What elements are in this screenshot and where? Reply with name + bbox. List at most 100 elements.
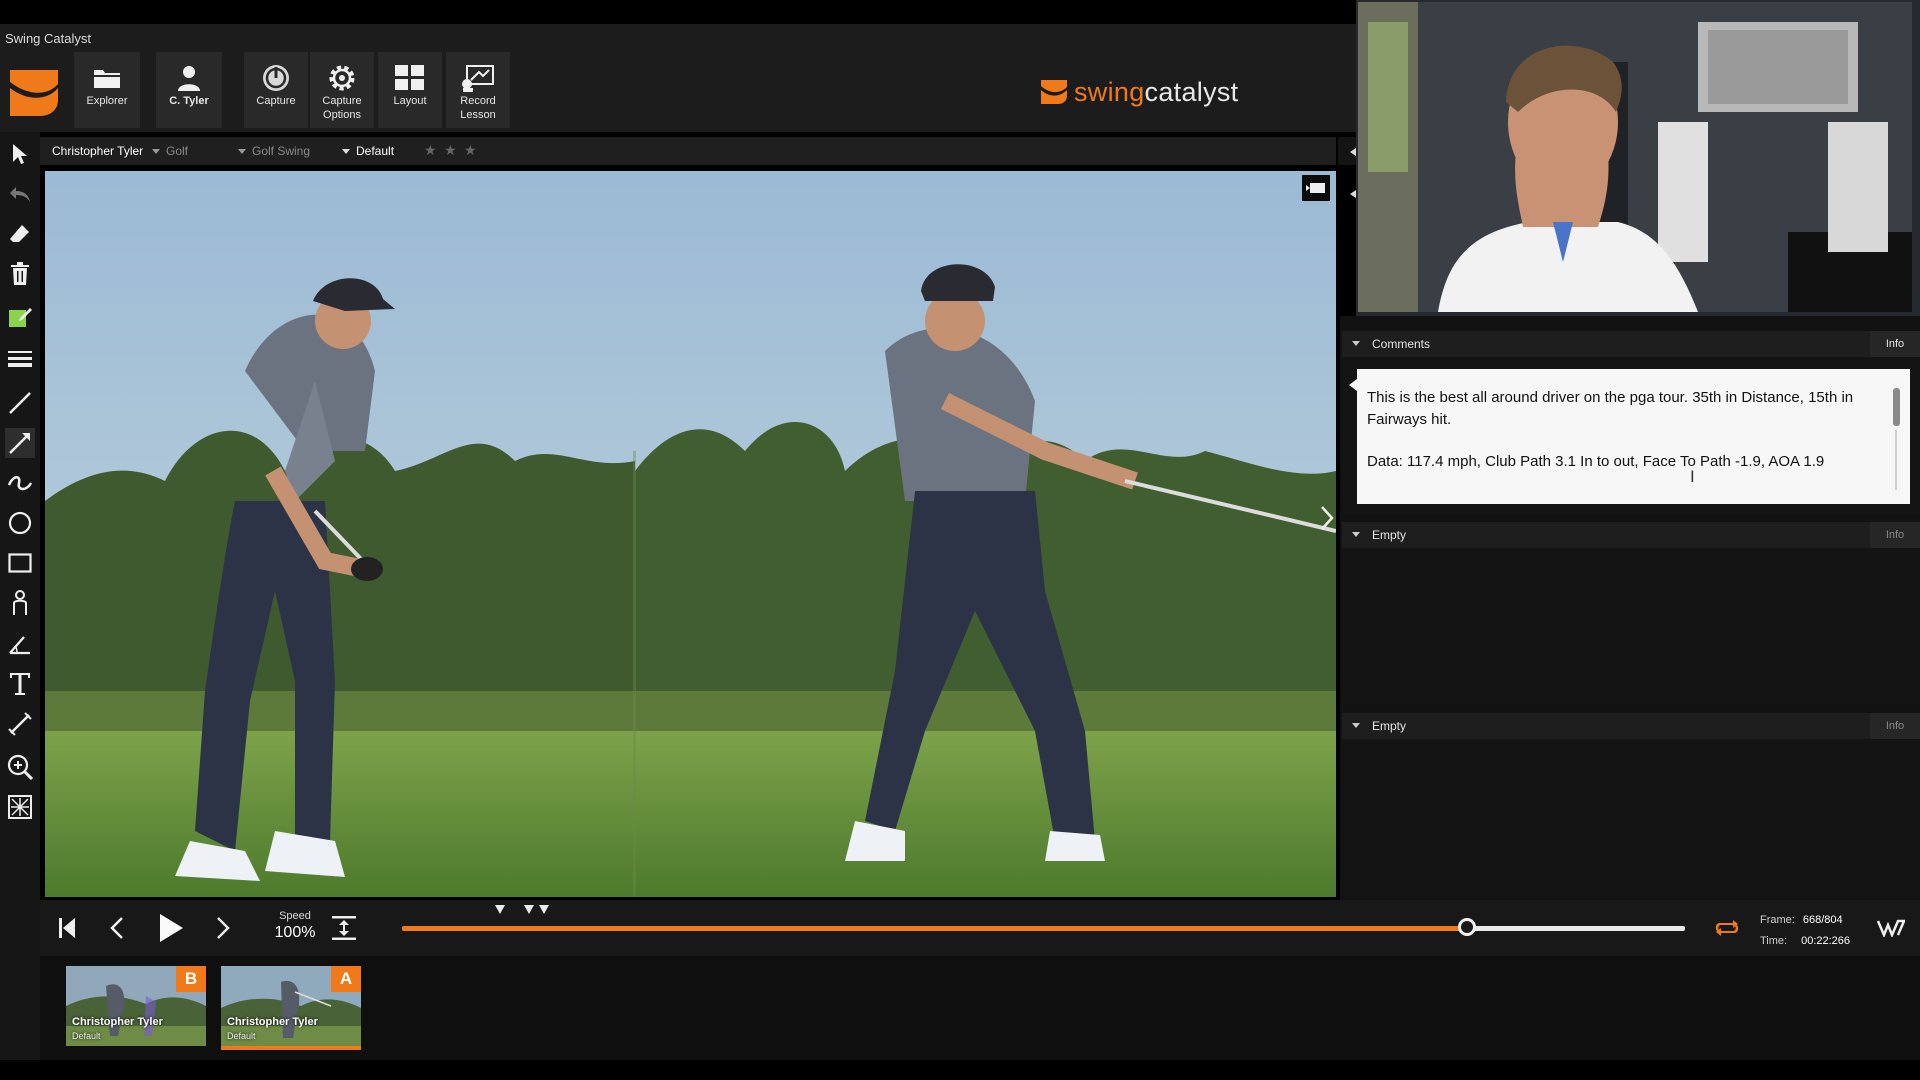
select-pointer-tool[interactable]: [5, 139, 35, 169]
comment-scrollbar-thumb[interactable]: [1893, 388, 1900, 426]
angle-tool[interactable]: [5, 629, 35, 659]
drawing-toolbar: [0, 132, 40, 1060]
clip-letter-b: B: [176, 966, 206, 992]
play-button[interactable]: [156, 908, 186, 948]
loop-icon: [1715, 920, 1739, 936]
clip-view-b: Default: [72, 1031, 101, 1041]
app-logo-button[interactable]: [8, 66, 60, 118]
layout-grid-icon: [395, 64, 425, 92]
body-angle-tool[interactable]: [5, 588, 35, 618]
trash-icon: [11, 262, 29, 285]
undo-tool[interactable]: [5, 179, 35, 209]
rating-star-3[interactable]: ★: [464, 142, 477, 159]
chevron-down-icon: [342, 149, 350, 155]
speed-label: Speed: [279, 910, 311, 922]
comment-textbox[interactable]: This is the best all around driver on th…: [1357, 369, 1910, 504]
angle-icon: [9, 636, 30, 655]
speed-control[interactable]: Speed 100%: [270, 910, 320, 942]
previous-frame-button[interactable]: [104, 908, 130, 948]
arrow-line-tool[interactable]: [5, 428, 35, 458]
waveform-icon: [1877, 919, 1905, 937]
sport-dropdown[interactable]: Golf: [152, 144, 188, 158]
collapse-triangle-icon[interactable]: [1352, 723, 1360, 728]
fit-screen-icon: [8, 795, 32, 819]
user-button[interactable]: C. Tyler: [156, 52, 222, 128]
chevron-right-icon[interactable]: [1320, 505, 1334, 531]
camera-view-toggle[interactable]: [1302, 175, 1330, 201]
capture-button[interactable]: Capture: [244, 52, 308, 128]
clip-thumbnail-a[interactable]: A Christopher Tyler Default: [221, 966, 361, 1046]
player-name[interactable]: Christopher Tyler: [52, 144, 143, 158]
timeline-progress: [402, 926, 1467, 931]
eraser-tool[interactable]: [5, 219, 35, 249]
rating-star-1[interactable]: ★: [424, 142, 437, 159]
comments-panel-header[interactable]: Comments Info: [1342, 331, 1920, 357]
record-lesson-label-2: Lesson: [460, 109, 496, 121]
brand-part-1: swing: [1074, 76, 1145, 107]
record-lesson-button[interactable]: Record Lesson: [446, 52, 510, 128]
record-lesson-label-1: Record: [460, 95, 496, 107]
brand-wordmark: swing catalyst: [1040, 74, 1238, 110]
line-width-tool[interactable]: [5, 344, 35, 374]
timeline-track[interactable]: [402, 926, 1685, 931]
timeline-marker-3[interactable]: [539, 905, 549, 914]
color-picker-tool[interactable]: [5, 302, 35, 332]
panel-collapse-arrows[interactable]: [1348, 140, 1356, 205]
undo-icon: [10, 187, 30, 202]
video-viewer[interactable]: [45, 171, 1336, 897]
timeline-marker-1[interactable]: [495, 905, 505, 914]
category-label: Golf Swing: [252, 144, 311, 158]
freehand-tool[interactable]: [5, 468, 35, 498]
empty-panel-1-header[interactable]: Empty Info: [1342, 522, 1920, 548]
timeline-scrubber-handle[interactable]: [1457, 918, 1476, 936]
skip-to-start-button[interactable]: [54, 908, 80, 948]
play-icon: [160, 914, 183, 942]
comment-line-2: Data: 117.4 mph, Club Path 3.1 In to out…: [1367, 453, 1825, 470]
user-label: C. Tyler: [169, 95, 209, 107]
frame-label: Frame:: [1760, 914, 1795, 926]
video-camera-icon: [1306, 183, 1325, 193]
layout-button[interactable]: Layout: [378, 52, 442, 128]
empty-panel-1-info-button[interactable]: Info: [1870, 522, 1920, 548]
clip-letter-a: A: [331, 966, 361, 992]
capture-options-button[interactable]: Capture Options: [310, 52, 374, 128]
fit-tool[interactable]: [5, 792, 35, 822]
loop-button[interactable]: [1712, 908, 1742, 948]
selected-clip-indicator: [221, 1046, 361, 1050]
empty-panel-2-header[interactable]: Empty Info: [1342, 713, 1920, 739]
main-toolbar: Explorer C. Tyler Capture Capture Option…: [0, 50, 1356, 132]
brand-part-2: catalyst: [1144, 76, 1239, 107]
color-pen-icon: [9, 308, 32, 327]
next-frame-button[interactable]: [210, 908, 236, 948]
layout-label: Layout: [393, 95, 427, 107]
waveform-button[interactable]: [1876, 908, 1906, 948]
comments-info-button[interactable]: Info: [1870, 331, 1920, 357]
comment-scrollbar-track[interactable]: [1895, 430, 1897, 490]
view-dropdown[interactable]: Default: [342, 144, 394, 158]
collapse-triangle-icon[interactable]: [1352, 341, 1360, 346]
fit-height-button[interactable]: [330, 908, 358, 948]
measure-tool[interactable]: [5, 709, 35, 739]
app-title: Swing Catalyst: [5, 31, 91, 46]
category-dropdown[interactable]: Golf Swing: [238, 144, 310, 158]
rating-star-2[interactable]: ★: [444, 142, 457, 159]
delete-tool[interactable]: [5, 259, 35, 289]
timeline-marker-2[interactable]: [524, 905, 534, 914]
golf-swing-video-frame: [45, 171, 1336, 897]
zoom-tool[interactable]: [5, 752, 35, 782]
explorer-button[interactable]: Explorer: [74, 52, 140, 128]
collapse-triangle-icon[interactable]: [1352, 532, 1360, 537]
rectangle-tool[interactable]: [5, 548, 35, 578]
chevron-left-icon: [110, 917, 123, 939]
line-tool[interactable]: [5, 388, 35, 418]
clip-thumbnail-b[interactable]: B Christopher Tyler Default: [66, 966, 206, 1046]
pointer-icon: [13, 144, 27, 164]
ruler-icon: [8, 712, 32, 736]
empty-panel-1-body: [1342, 548, 1920, 704]
empty-panel-2-info-button[interactable]: Info: [1870, 713, 1920, 739]
webcam-video: [1358, 2, 1912, 312]
circle-tool[interactable]: [5, 508, 35, 538]
title-bar: Swing Catalyst: [0, 24, 1356, 50]
user-icon: [177, 64, 201, 92]
text-tool[interactable]: [5, 669, 35, 699]
